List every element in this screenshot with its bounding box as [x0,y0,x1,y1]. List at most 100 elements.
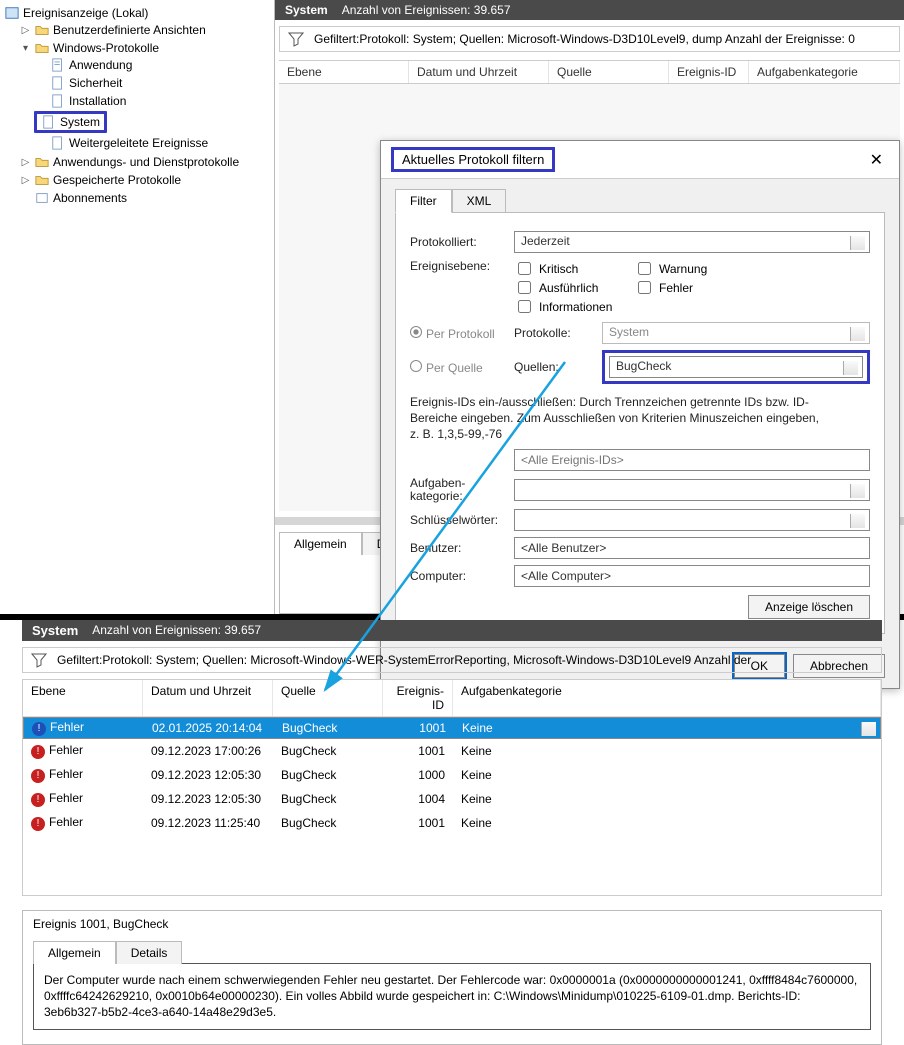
tree-forwarded[interactable]: Weitergeleitete Ereignisse [34,135,274,151]
tree-label: Gespeicherte Protokolle [53,173,181,187]
inp-user[interactable] [514,537,870,559]
lbl-logged: Protokolliert: [410,235,506,249]
tree-system-highlight: System [34,111,107,133]
close-icon[interactable]: ✕ [864,150,889,170]
system-header-2: System Anzahl von Ereignissen: 39.657 [22,620,882,641]
tree-custom-views[interactable]: ▷ Benutzerdefinierte Ansichten [18,22,274,38]
header-count: 39.657 [474,3,511,17]
tree-system[interactable]: System [39,114,102,130]
table-row[interactable]: !Fehler09.12.2023 11:25:40BugCheck1001Ke… [23,811,881,835]
tree-security[interactable]: Sicherheit [34,75,274,91]
col-category-2[interactable]: Aufgabenkategorie [453,680,881,716]
btn-clear-display[interactable]: Anzeige löschen [748,595,870,619]
tree-root[interactable]: Ereignisanzeige (Lokal) [2,5,274,21]
tab-general[interactable]: Allgemein [279,532,362,555]
folder-icon [34,23,50,37]
collapse-icon[interactable]: ▾ [20,43,31,54]
cb-information[interactable]: Informationen [514,297,634,316]
tree-app-service-logs[interactable]: ▷ Anwendungs- und Dienstprotokolle [18,154,274,170]
col-category[interactable]: Aufgabenkategorie [749,61,900,83]
lbl-logs: Protokolle: [514,326,594,340]
sel-logs-value: System [609,325,649,339]
system-header: System Anzahl von Ereignissen: 39.657 [275,0,904,20]
chevron-down-icon [854,240,862,248]
dlg-tab-filter[interactable]: Filter [395,189,452,213]
error-icon: ! [32,722,46,736]
expand-icon[interactable]: ▷ [20,25,31,36]
tree-label: Benutzerdefinierte Ansichten [53,23,206,37]
cb-warning[interactable]: Warnung [634,259,754,278]
tab-general-2[interactable]: Allgemein [33,941,116,964]
event-text: Der Computer wurde nach einem schwerwieg… [33,963,871,1030]
tree-label: Sicherheit [69,76,122,90]
error-icon: ! [31,745,45,759]
tab-details-2[interactable]: Details [116,941,183,964]
lbl-user: Benutzer: [410,541,506,555]
inp-computer[interactable] [514,565,870,587]
tree-installation[interactable]: Installation [34,93,274,109]
tree-label: Windows-Protokolle [53,41,159,55]
header-title: System [285,3,328,17]
log-icon [50,58,66,72]
col-date[interactable]: Datum und Uhrzeit [409,61,549,83]
tree-saved-logs[interactable]: ▷ Gespeicherte Protokolle [18,172,274,188]
col-source[interactable]: Quelle [549,61,669,83]
tree-label: Abonnements [53,191,127,205]
tree-pane: Ereignisanzeige (Lokal) ▷ Benutzerdefini… [0,0,275,614]
sel-task-category[interactable] [514,479,870,501]
col-date-2[interactable]: Datum und Uhrzeit [143,680,273,716]
event-viewer-icon [4,6,20,20]
log-icon [41,115,57,129]
event-detail-box: Ereignis 1001, BugCheck Allgemein Detail… [22,910,882,1045]
table-row[interactable]: !Fehler09.12.2023 12:05:30BugCheck1000Ke… [23,763,881,787]
sel-keywords[interactable] [514,509,870,531]
chevron-down-icon [854,518,862,526]
chevron-down-icon [854,331,862,339]
ids-help-text: Ereignis-IDs ein-/ausschließen: Durch Tr… [410,394,830,443]
table-row[interactable]: !Fehler02.01.2025 20:14:04BugCheck1001Ke… [23,717,881,739]
tree-windows-logs[interactable]: ▾ Windows-Protokolle [18,40,274,56]
lbl-sources: Quellen: [514,360,594,374]
event-heading: Ereignis 1001, BugCheck [33,917,871,931]
tree-label: Weitergeleitete Ereignisse [69,136,208,150]
col-level[interactable]: Ebene [279,61,409,83]
sel-logged[interactable]: Jederzeit [514,231,870,253]
col-event-id-2[interactable]: Ereignis-ID [383,680,453,716]
folder-icon [34,155,50,169]
header-title-2: System [32,623,78,638]
sel-logs: System [602,322,870,344]
table-row[interactable]: !Fehler09.12.2023 12:05:30BugCheck1004Ke… [23,787,881,811]
dlg-tab-xml[interactable]: XML [452,189,507,213]
tree-label: Anwendungs- und Dienstprotokolle [53,155,239,169]
lbl-task-category: Aufgaben-kategorie: [410,477,506,503]
radio-per-log: Per Protokoll [410,326,506,341]
col-source-2[interactable]: Quelle [273,680,383,716]
filter-bar: Gefiltert:Protokoll: System; Quellen: Mi… [279,26,900,52]
cb-error[interactable]: Fehler [634,278,754,297]
dialog-title: Aktuelles Protokoll filtern [391,147,555,172]
filter-text-2: Gefiltert:Protokoll: System; Quellen: Mi… [57,653,751,667]
inp-event-ids[interactable] [514,449,870,471]
lbl-level: Ereignisebene: [410,259,506,273]
table-row[interactable]: !Fehler09.12.2023 17:00:26BugCheck1001Ke… [23,739,881,763]
tree-application[interactable]: Anwendung [34,57,274,73]
log-icon [50,94,66,108]
sel-sources[interactable]: BugCheck [609,356,863,378]
cb-verbose[interactable]: Ausführlich [514,278,634,297]
cb-critical[interactable]: Kritisch [514,259,634,278]
col-event-id[interactable]: Ereignis-ID [669,61,749,83]
radio-icon [410,326,422,338]
log-icon [50,76,66,90]
funnel-icon [31,652,47,668]
folder-icon [34,41,50,55]
tree-subscriptions[interactable]: Abonnements [18,190,274,206]
filter-text: Gefiltert:Protokoll: System; Quellen: Mi… [314,32,855,46]
tree[interactable]: Ereignisanzeige (Lokal) ▷ Benutzerdefini… [0,4,274,208]
chevron-down-icon [847,365,855,373]
tree-label: Anwendung [69,58,132,72]
expand-icon[interactable]: ▷ [20,175,31,186]
log-icon [50,136,66,150]
col-level-2[interactable]: Ebene [23,680,143,716]
expand-icon[interactable]: ▷ [20,157,31,168]
radio-per-source: Per Quelle [410,360,506,375]
